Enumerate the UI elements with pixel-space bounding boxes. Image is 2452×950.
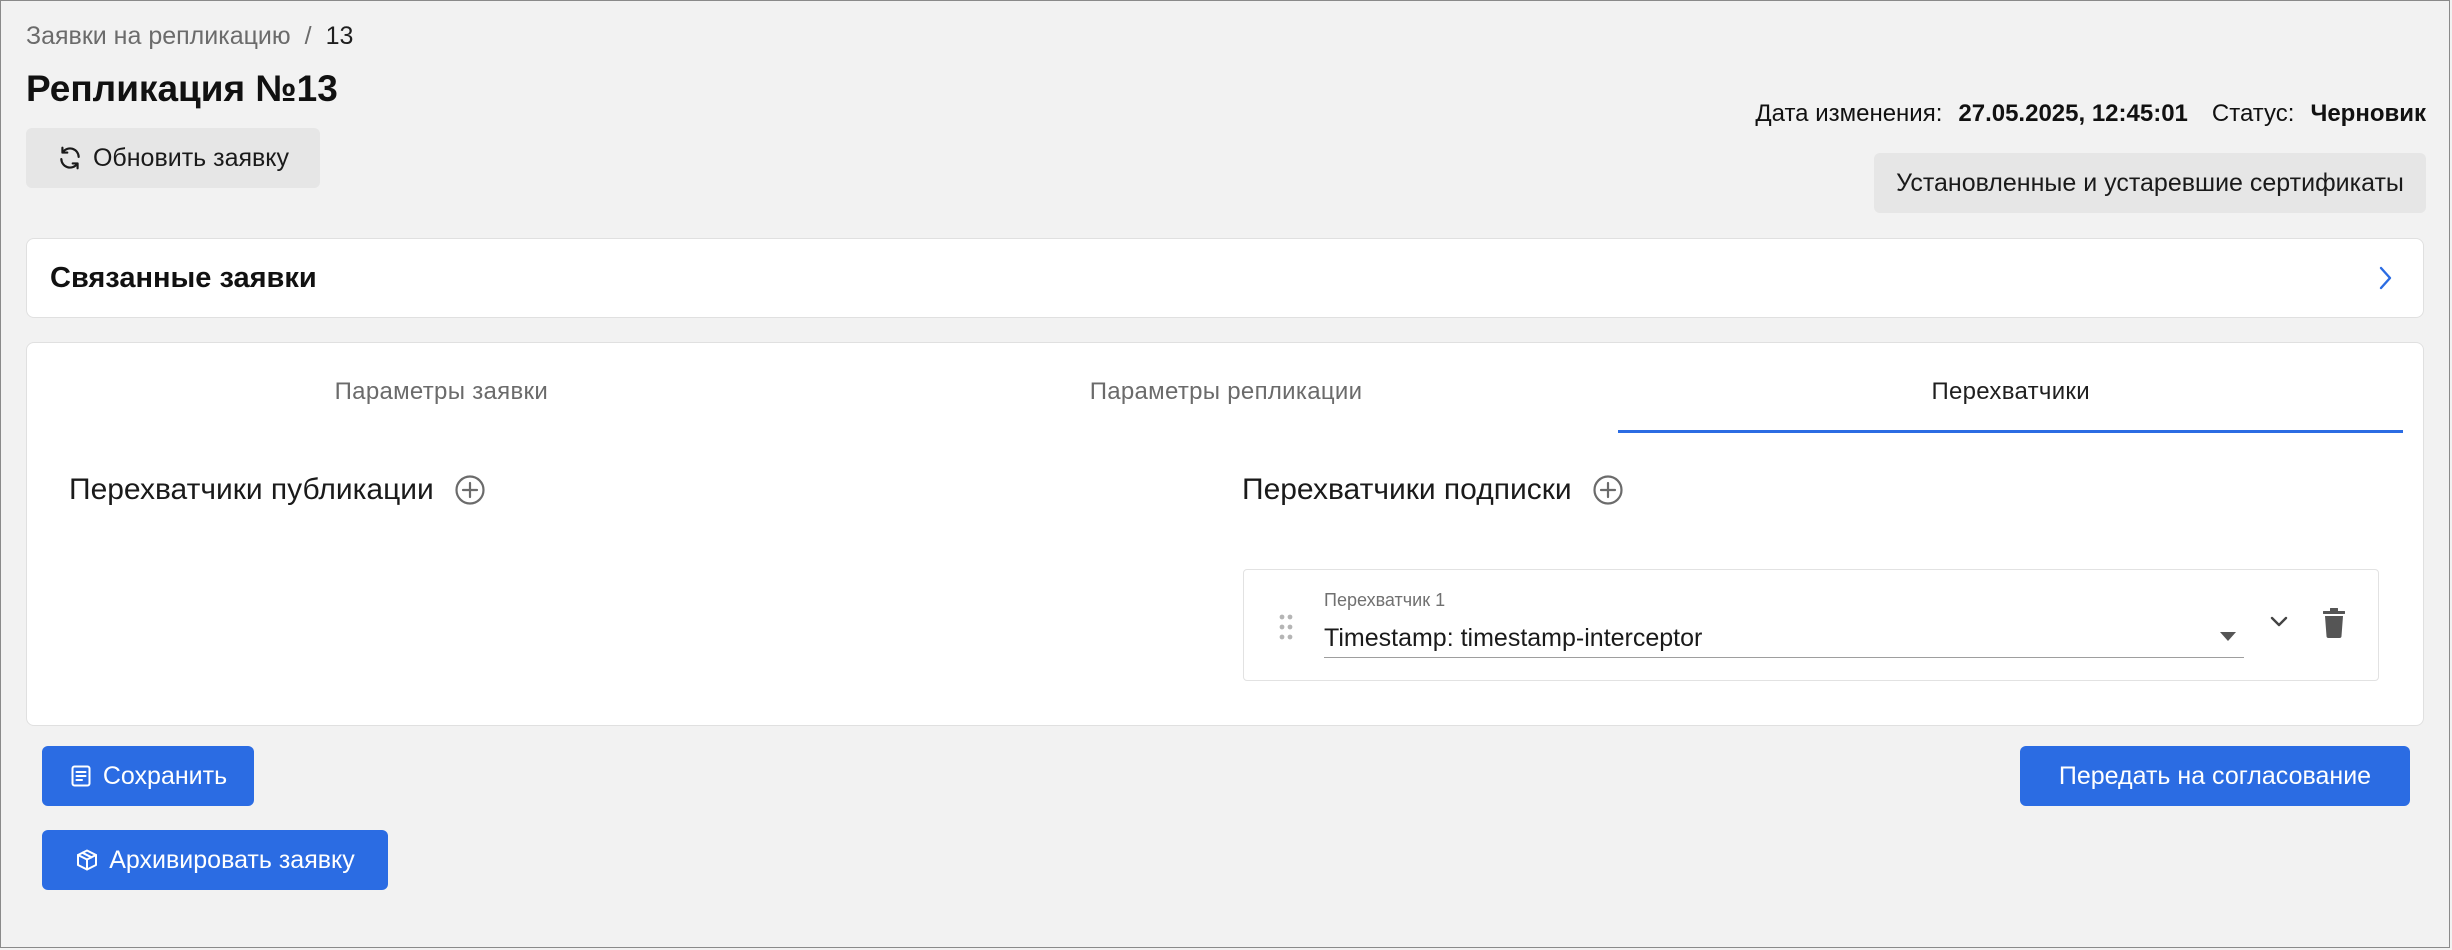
submit-for-approval-button[interactable]: Передать на согласование (2020, 746, 2410, 806)
subscription-interceptors-header: Перехватчики подписки (1242, 473, 1624, 507)
breadcrumb-parent-link[interactable]: Заявки на репликацию (26, 22, 291, 51)
publication-interceptors-header: Перехватчики публикации (69, 473, 486, 507)
refresh-icon (60, 146, 80, 170)
tab-request-params[interactable]: Параметры заявки (49, 377, 834, 433)
certificates-button-label: Установленные и устаревшие сертификаты (1896, 168, 2404, 197)
refresh-button-label: Обновить заявку (92, 143, 290, 172)
interceptor-select-value: Timestamp: timestamp-interceptor (1324, 624, 1703, 652)
archive-box-icon (77, 849, 98, 871)
publication-interceptors-title: Перехватчики публикации (69, 473, 434, 506)
archive-button-label: Архивировать заявку (109, 845, 355, 874)
dropdown-arrow-icon (2220, 632, 2236, 641)
request-meta: Дата изменения: 27.05.2025, 12:45:01 Ста… (1755, 100, 2426, 128)
breadcrumb: Заявки на репликацию / 13 (26, 22, 353, 51)
certificates-button[interactable]: Установленные и устаревшие сертификаты (1874, 153, 2426, 213)
chevron-right-icon[interactable] (2373, 264, 2397, 292)
drag-handle-icon[interactable] (1278, 614, 1294, 640)
modified-date-label: Дата изменения: (1755, 100, 1943, 127)
interceptor-field-label: Перехватчик 1 (1324, 590, 1446, 610)
trash-icon[interactable] (2322, 608, 2346, 638)
chevron-down-icon[interactable] (2268, 610, 2290, 632)
interceptors-card: Параметры заявки Параметры репликации Пе… (26, 342, 2424, 726)
related-requests-title: Связанные заявки (50, 261, 317, 294)
add-circle-icon[interactable] (1592, 474, 1624, 506)
save-document-icon (71, 765, 91, 787)
archive-button[interactable]: Архивировать заявку (42, 830, 388, 890)
save-button-label: Сохранить (102, 761, 228, 790)
tab-bar: Параметры заявки Параметры репликации Пе… (49, 377, 2403, 433)
modified-date-value: 27.05.2025, 12:45:01 (1958, 100, 2188, 127)
subscription-interceptors-title: Перехватчики подписки (1242, 473, 1572, 506)
save-button[interactable]: Сохранить (42, 746, 254, 806)
interceptor-row: Перехватчик 1 Timestamp: timestamp-inter… (1243, 569, 2379, 681)
tab-replication-params[interactable]: Параметры репликации (834, 377, 1619, 433)
page-title: Репликация №13 (26, 68, 338, 109)
add-circle-icon[interactable] (454, 474, 486, 506)
submit-button-label: Передать на согласование (2058, 761, 2372, 790)
breadcrumb-current: 13 (325, 22, 354, 50)
status-label: Статус: (2211, 100, 2295, 127)
breadcrumb-separator: / (304, 22, 312, 50)
tab-interceptors[interactable]: Перехватчики (1618, 377, 2403, 433)
status-value: Черновик (2310, 100, 2426, 127)
interceptor-select[interactable]: Timestamp: timestamp-interceptor (1324, 614, 2244, 658)
related-requests-card[interactable]: Связанные заявки (26, 238, 2424, 318)
refresh-button[interactable]: Обновить заявку (26, 128, 320, 188)
